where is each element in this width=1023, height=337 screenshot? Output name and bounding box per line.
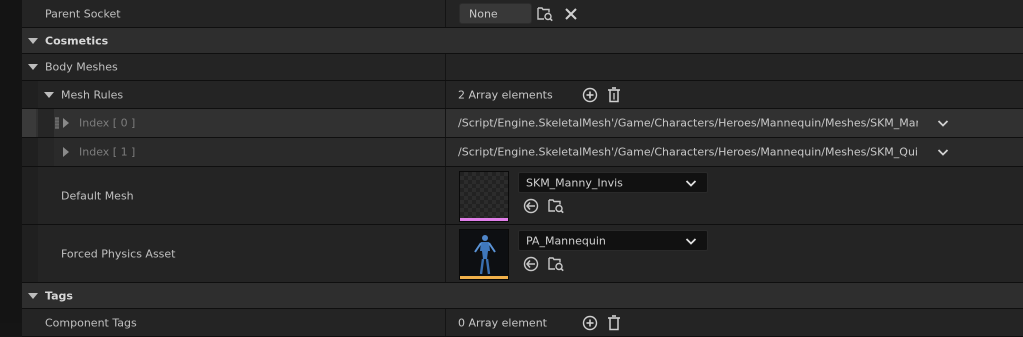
name-cell: Index [ 1 ]: [22, 138, 445, 166]
property-row-forced-physics-asset: Forced Physics Asset PA_Mannequin: [22, 225, 1023, 283]
chevron-down-icon[interactable]: [937, 119, 949, 128]
left-gutter: [0, 0, 23, 323]
asset-picker-combo[interactable]: SKM_Manny_Invis: [518, 172, 708, 193]
asset-picker-value: PA_Mannequin: [526, 234, 606, 247]
add-element-icon[interactable]: [582, 315, 598, 331]
chevron-down-icon[interactable]: [937, 148, 949, 157]
collapsed-arrow-icon[interactable]: [63, 147, 69, 157]
parent-socket-value-text: None: [469, 7, 498, 20]
array-element-value[interactable]: /Script/Engine.SkeletalMesh'/Game/Charac…: [458, 146, 918, 159]
property-row-mesh-rules[interactable]: Mesh Rules 2 Array elements: [22, 81, 1023, 109]
name-cell: Default Mesh: [22, 167, 445, 224]
value-cell: SKM_Manny_Invis: [445, 167, 1023, 224]
name-cell: Forced Physics Asset: [22, 225, 445, 282]
default-mesh-label: Default Mesh: [61, 189, 134, 202]
expand-arrow-icon[interactable]: [28, 292, 38, 299]
category-tags[interactable]: Tags: [22, 283, 1023, 309]
browse-socket-icon[interactable]: [537, 6, 553, 22]
chevron-down-icon[interactable]: [685, 237, 697, 246]
add-element-icon[interactable]: [582, 87, 598, 103]
name-cell: Body Meshes: [22, 54, 445, 80]
use-selected-arrow-icon[interactable]: [523, 256, 539, 272]
delete-all-trash-icon[interactable]: [607, 87, 621, 103]
asset-picker-value: SKM_Manny_Invis: [526, 176, 623, 189]
collapsed-arrow-icon[interactable]: [63, 118, 69, 128]
array-element-value[interactable]: /Script/Engine.SkeletalMesh'/Game/Charac…: [458, 117, 918, 130]
property-row-default-mesh: Default Mesh SKM_Manny_Invis: [22, 167, 1023, 225]
value-cell: /Script/Engine.SkeletalMesh'/Game/Charac…: [445, 109, 1023, 137]
category-cosmetics[interactable]: Cosmetics: [22, 28, 1023, 54]
browse-asset-icon[interactable]: [548, 198, 564, 214]
parent-socket-value[interactable]: None: [459, 3, 532, 24]
mannequin-thumbnail-icon: [474, 235, 496, 275]
property-row-parent-socket: Parent Socket None: [22, 0, 1023, 28]
array-element-row-0[interactable]: Index [ 0 ] /Script/Engine.SkeletalMesh'…: [22, 109, 1023, 138]
name-cell: Parent Socket: [22, 0, 445, 27]
value-cell: 2 Array elements: [445, 81, 1023, 108]
expand-arrow-icon[interactable]: [28, 64, 38, 70]
property-row-component-tags[interactable]: Component Tags 0 Array element: [22, 309, 1023, 337]
body-meshes-label: Body Meshes: [45, 60, 118, 74]
drag-handle-icon[interactable]: [55, 117, 59, 129]
category-cosmetics-label: Cosmetics: [45, 34, 109, 47]
value-cell: /Script/Engine.SkeletalMesh'/Game/Charac…: [445, 138, 1023, 166]
property-row-body-meshes[interactable]: Body Meshes: [22, 54, 1023, 81]
chevron-down-icon[interactable]: [685, 179, 697, 188]
mesh-rules-label: Mesh Rules: [61, 88, 124, 101]
asset-picker-combo[interactable]: PA_Mannequin: [518, 230, 708, 251]
delete-all-trash-icon[interactable]: [607, 315, 621, 331]
category-tags-label: Tags: [45, 289, 73, 302]
array-element-row-1[interactable]: Index [ 1 ] /Script/Engine.SkeletalMesh'…: [22, 138, 1023, 167]
browse-asset-icon[interactable]: [548, 256, 564, 272]
parent-socket-label: Parent Socket: [45, 7, 121, 20]
expand-arrow-icon[interactable]: [28, 37, 38, 44]
asset-type-color-bar: [460, 218, 508, 221]
asset-thumbnail[interactable]: [459, 171, 509, 222]
array-index-label: Index [ 1 ]: [79, 145, 136, 159]
mesh-rules-count: 2 Array elements: [458, 88, 553, 101]
clear-x-icon[interactable]: [564, 7, 578, 21]
details-panel: Parent Socket None Cosmetics Body Meshes…: [22, 0, 1023, 337]
value-cell: PA_Mannequin: [445, 225, 1023, 282]
forced-physics-asset-label: Forced Physics Asset: [61, 247, 176, 260]
asset-type-color-bar: [460, 276, 508, 279]
value-cell: None: [445, 0, 1023, 27]
use-selected-arrow-icon[interactable]: [523, 198, 539, 214]
expand-arrow-icon[interactable]: [44, 91, 54, 98]
name-cell: Mesh Rules: [22, 81, 445, 108]
array-index-label: Index [ 0 ]: [79, 116, 136, 130]
value-cell: [445, 54, 1023, 80]
name-cell: Index [ 0 ]: [22, 109, 445, 137]
asset-thumbnail[interactable]: [459, 229, 509, 280]
